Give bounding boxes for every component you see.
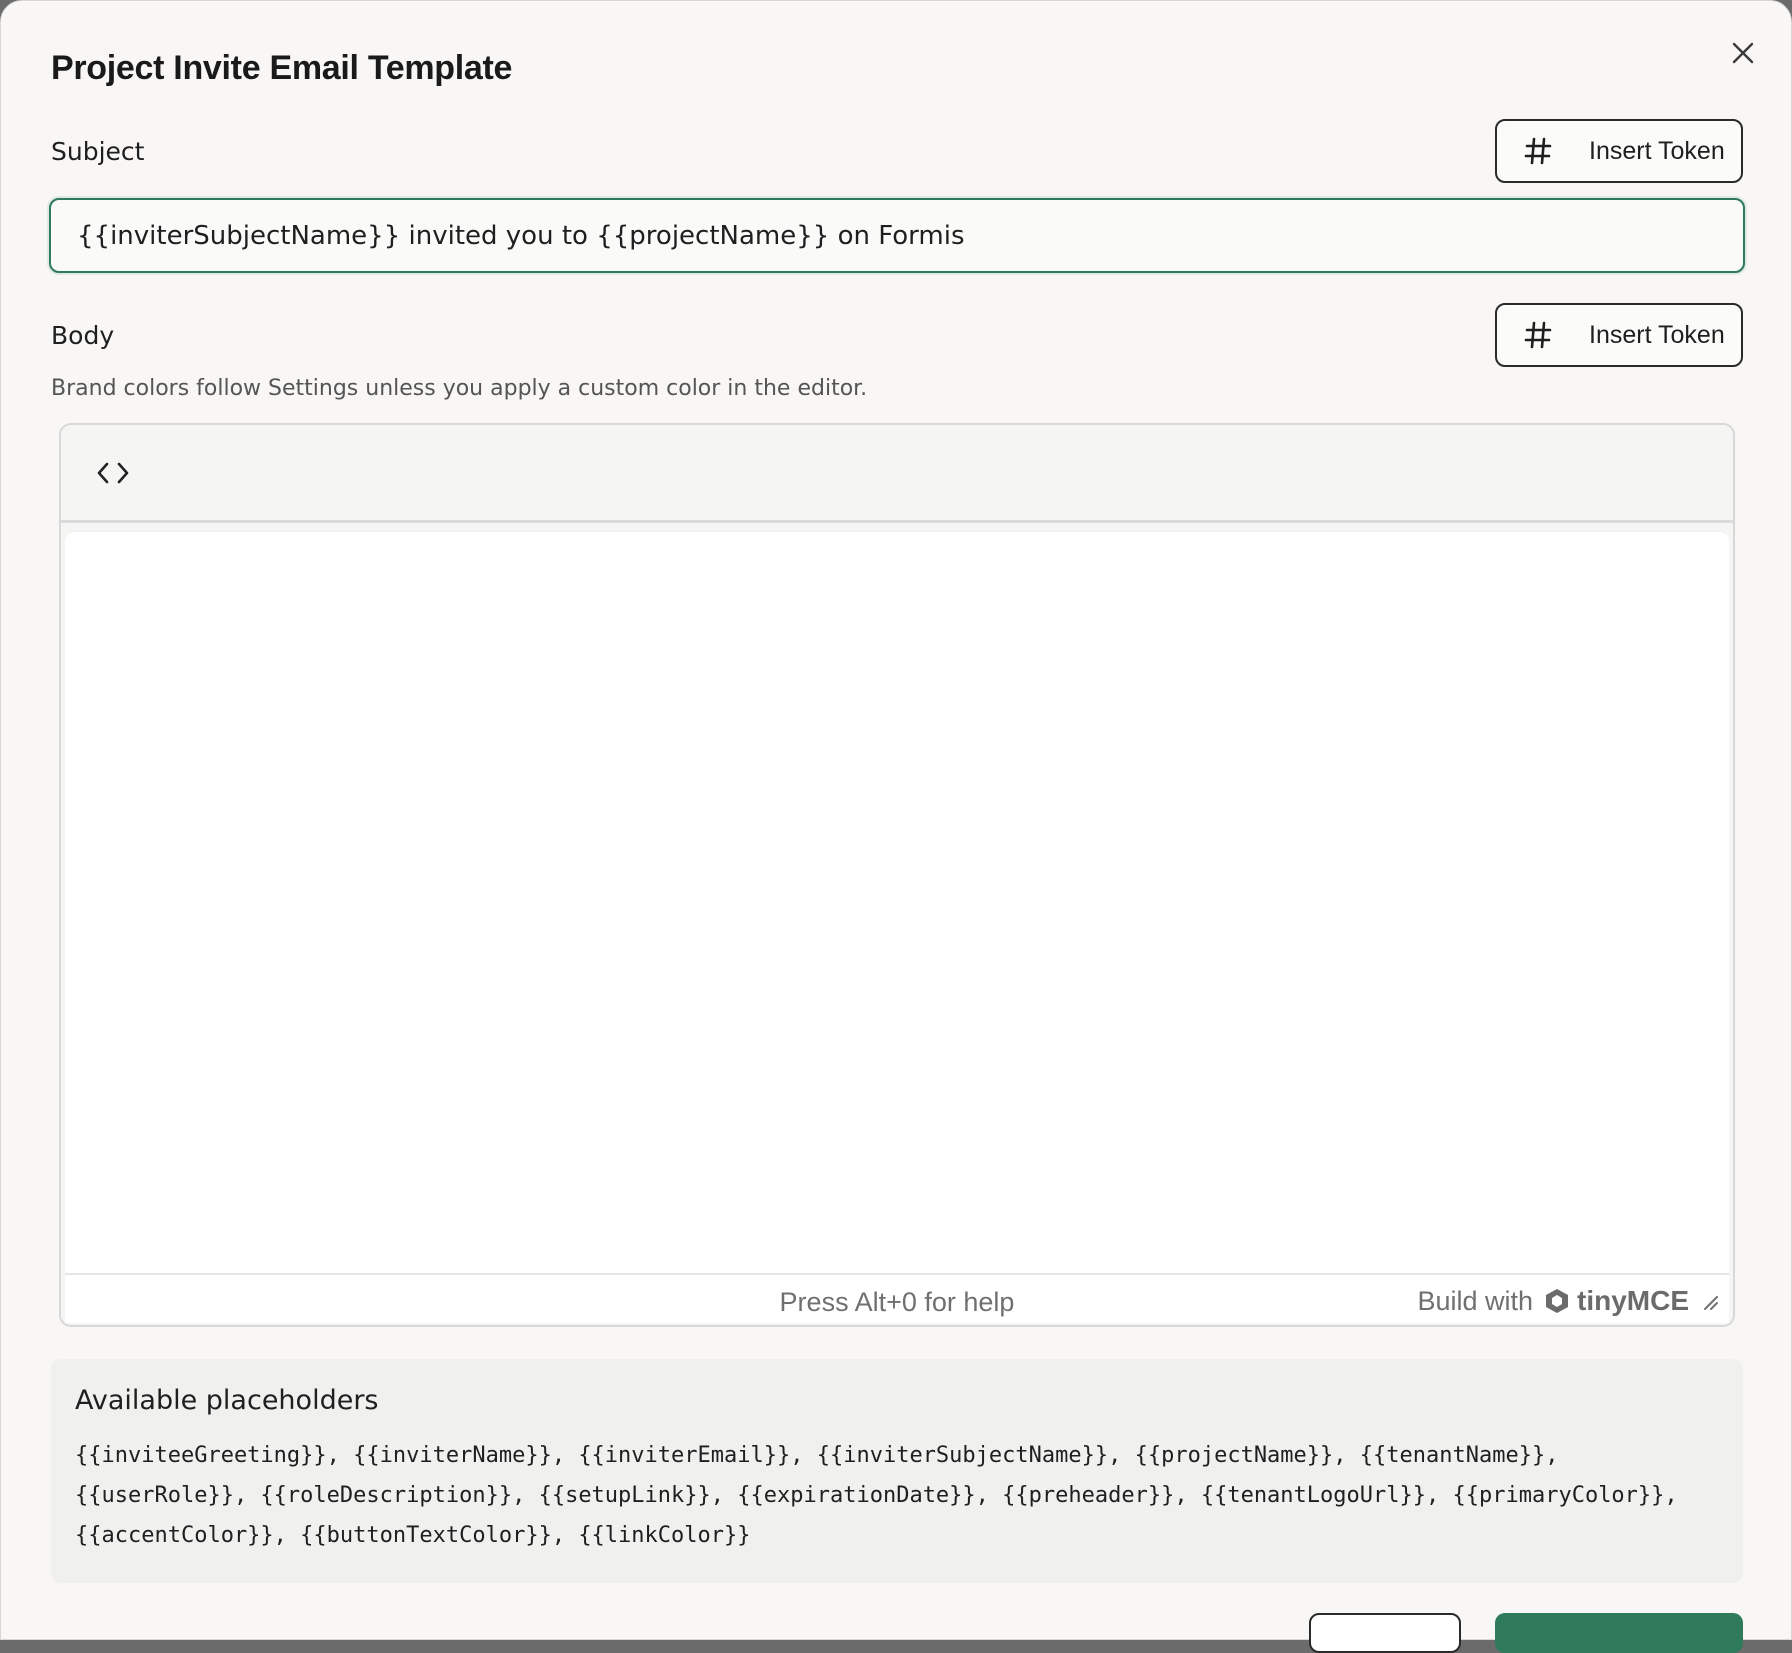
insert-token-label: Insert Token	[1589, 320, 1725, 349]
available-placeholders-panel: Available placeholders {{inviteeGreeting…	[51, 1359, 1743, 1583]
brand-prefix: Build with	[1417, 1285, 1533, 1316]
insert-token-label: Insert Token	[1589, 136, 1725, 165]
resize-handle-icon[interactable]	[1699, 1291, 1719, 1311]
subject-insert-token-button[interactable]: Insert Token	[1495, 119, 1743, 183]
save-button[interactable]	[1495, 1613, 1743, 1653]
rich-text-editor: Press Alt+0 for help Build with tinyMCE	[59, 423, 1735, 1327]
body-insert-token-button[interactable]: Insert Token	[1495, 303, 1743, 367]
close-icon	[1732, 42, 1754, 64]
placeholders-title: Available placeholders	[75, 1385, 379, 1416]
editor-content-area[interactable]	[65, 531, 1729, 1273]
tinymce-branding[interactable]: Build with tinyMCE	[1417, 1285, 1719, 1317]
dialog-title: Project Invite Email Template	[51, 49, 513, 87]
editor-toolbar	[61, 425, 1733, 523]
body-label: Body	[51, 321, 115, 350]
source-code-button[interactable]	[91, 453, 135, 493]
placeholders-list: {{inviteeGreeting}}, {{inviterName}}, {{…	[75, 1443, 1678, 1548]
hash-icon	[1523, 136, 1557, 166]
body-helper-text: Brand colors follow Settings unless you …	[51, 376, 868, 401]
subject-label: Subject	[51, 137, 145, 166]
close-button[interactable]	[1723, 33, 1763, 73]
tinymce-logo-icon	[1543, 1287, 1571, 1315]
cancel-button[interactable]	[1309, 1613, 1461, 1653]
hash-icon	[1523, 320, 1557, 350]
brand-name: tinyMCE	[1577, 1285, 1689, 1316]
code-icon	[97, 462, 129, 484]
email-template-dialog: Project Invite Email Template Subject In…	[0, 0, 1792, 1653]
subject-input[interactable]	[49, 198, 1745, 273]
editor-statusbar: Press Alt+0 for help Build with tinyMCE	[65, 1273, 1729, 1323]
